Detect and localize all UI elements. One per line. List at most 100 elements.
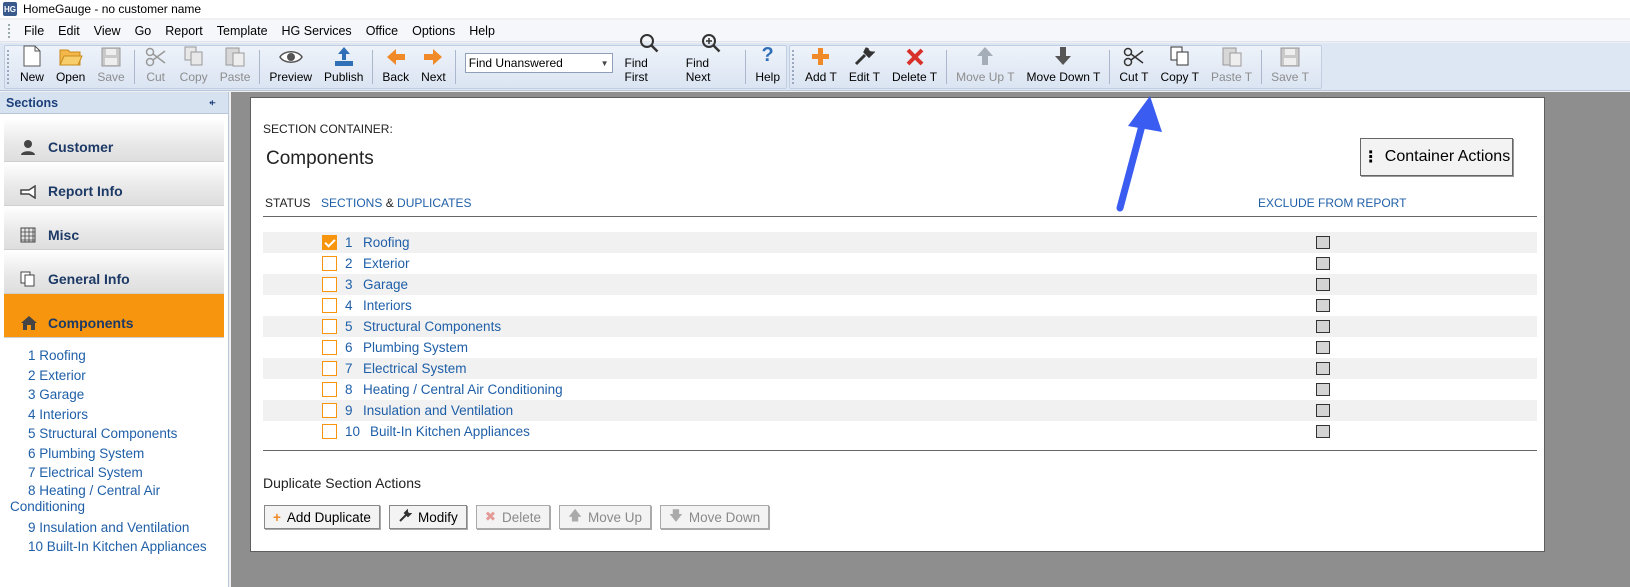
section-link[interactable]: Electrical System — [363, 361, 467, 376]
section-link[interactable]: Roofing — [363, 235, 410, 250]
sidebar-item-garage[interactable]: 3 Garage — [10, 385, 228, 405]
move-down-button[interactable]: 🡇 Move Down — [659, 505, 770, 529]
copy-icon — [182, 45, 206, 67]
sidebar-item-plumbing-system[interactable]: 6 Plumbing System — [10, 444, 228, 464]
exclude-checkbox[interactable] — [1316, 362, 1330, 375]
status-checkbox[interactable] — [322, 424, 337, 439]
open-button[interactable]: Open — [50, 46, 91, 88]
exclude-checkbox[interactable] — [1316, 320, 1330, 333]
arrow-right-icon — [421, 46, 445, 67]
section-link[interactable]: Structural Components — [363, 319, 501, 334]
chevron-down-icon: ▼ — [600, 59, 609, 68]
add-template-icon — [809, 45, 833, 67]
exclude-checkbox[interactable] — [1316, 278, 1330, 291]
sidebar-item-kitchen-appliances[interactable]: 10 Built-In Kitchen Appliances — [10, 537, 228, 557]
cut-label: Cut — [146, 70, 166, 84]
add-duplicate-button[interactable]: + Add Duplicate — [264, 505, 380, 529]
next-button[interactable]: Next — [415, 46, 452, 88]
move-up-button[interactable]: 🡅 Move Up — [559, 505, 651, 529]
section-link[interactable]: Heating / Central Air Conditioning — [363, 382, 563, 397]
preview-button[interactable]: Preview — [263, 46, 318, 88]
publish-button[interactable]: Publish — [318, 46, 369, 88]
sidebar-item-electrical-system[interactable]: 7 Electrical System — [10, 463, 228, 483]
column-header-status: STATUS — [265, 196, 311, 210]
edit-t-button[interactable]: Edit T — [843, 46, 886, 88]
exclude-checkbox[interactable] — [1316, 425, 1330, 438]
status-checkbox[interactable] — [322, 298, 337, 313]
copy-button[interactable]: Copy — [174, 46, 214, 88]
section-link[interactable]: Exterior — [363, 256, 410, 271]
copy-t-button[interactable]: Copy T — [1154, 46, 1204, 88]
section-link[interactable]: Built-In Kitchen Appliances — [370, 424, 530, 439]
menu-office[interactable]: Office — [359, 22, 405, 40]
status-checkbox[interactable] — [322, 235, 337, 250]
save-t-button[interactable]: Save T — [1265, 46, 1315, 88]
sidebar-section-label: Components — [48, 315, 134, 331]
status-checkbox[interactable] — [322, 340, 337, 355]
sidebar-item-insulation[interactable]: 9 Insulation and Ventilation — [10, 518, 228, 538]
cut-t-button[interactable]: Cut T — [1113, 46, 1154, 88]
container-actions-button[interactable]: ⋮ Container Actions — [1360, 138, 1513, 176]
paste-button[interactable]: Paste — [214, 46, 257, 88]
copy-t-label: Copy T — [1160, 70, 1199, 84]
menu-template[interactable]: Template — [210, 22, 275, 40]
modify-button[interactable]: Modify — [388, 505, 467, 529]
add-t-button[interactable]: Add T — [799, 46, 843, 88]
status-checkbox[interactable] — [322, 403, 337, 418]
section-link[interactable]: Plumbing System — [363, 340, 468, 355]
section-link[interactable]: Insulation and Ventilation — [363, 403, 513, 418]
delete-t-button[interactable]: Delete T — [886, 46, 943, 88]
move-up-t-button[interactable]: Move Up T — [950, 46, 1020, 88]
save-button[interactable]: Save — [91, 46, 130, 88]
row-number: 1 — [345, 235, 353, 250]
cut-button[interactable]: Cut — [138, 46, 174, 88]
sidebar-section-report-info[interactable]: Report Info — [4, 162, 224, 206]
find-mode-select[interactable]: Find Unanswered ▼ — [464, 53, 613, 73]
status-checkbox[interactable] — [322, 319, 337, 334]
publish-upload-icon — [332, 45, 356, 67]
menu-view[interactable]: View — [87, 22, 128, 40]
status-checkbox[interactable] — [322, 277, 337, 292]
menu-help[interactable]: Help — [462, 22, 502, 40]
section-link[interactable]: Garage — [363, 277, 408, 292]
sidebar-section-general-info[interactable]: General Info — [4, 250, 224, 294]
sidebar-item-exterior[interactable]: 2 Exterior — [10, 366, 228, 386]
menu-go[interactable]: Go — [128, 22, 159, 40]
menu-hg-services[interactable]: HG Services — [275, 22, 359, 40]
arrow-down-icon — [1051, 45, 1075, 67]
menu-report[interactable]: Report — [158, 22, 210, 40]
sidebar-item-interiors[interactable]: 4 Interiors — [10, 405, 228, 425]
exclude-checkbox[interactable] — [1316, 257, 1330, 270]
menu-file[interactable]: File — [17, 22, 51, 40]
move-down-t-button[interactable]: Move Down T — [1021, 46, 1107, 88]
exclude-checkbox[interactable] — [1316, 404, 1330, 417]
sidebar-section-misc[interactable]: Misc — [4, 206, 224, 250]
column-header-exclude: EXCLUDE FROM REPORT — [1258, 196, 1407, 210]
status-checkbox[interactable] — [322, 256, 337, 271]
status-checkbox[interactable] — [322, 382, 337, 397]
status-checkbox[interactable] — [322, 361, 337, 376]
paste-t-button[interactable]: Paste T — [1205, 46, 1258, 88]
sidebar-item-structural-components[interactable]: 5 Structural Components — [10, 424, 228, 444]
duplicates-header-label: DUPLICATES — [397, 196, 472, 210]
back-button[interactable]: Back — [376, 46, 415, 88]
menu-options[interactable]: Options — [405, 22, 462, 40]
menu-edit[interactable]: Edit — [51, 22, 87, 40]
exclude-checkbox[interactable] — [1316, 299, 1330, 312]
sidebar-item-heating[interactable]: 8 Heating / Central Air Conditioning — [10, 483, 228, 515]
row-number: 7 — [345, 361, 353, 376]
help-button[interactable]: ? Help — [749, 44, 786, 88]
exclude-checkbox[interactable] — [1316, 236, 1330, 249]
exclude-checkbox[interactable] — [1316, 383, 1330, 396]
exclude-checkbox[interactable] — [1316, 341, 1330, 354]
delete-button[interactable]: ✖ Delete — [475, 505, 551, 529]
section-link[interactable]: Interiors — [363, 298, 412, 313]
find-next-button[interactable]: Find Next — [680, 34, 743, 88]
sidebar-item-roofing[interactable]: 1 Roofing — [10, 346, 228, 366]
sidebar-section-components[interactable]: Components — [4, 294, 224, 338]
sidebar-section-customer[interactable]: Customer — [4, 118, 224, 162]
new-button[interactable]: New — [14, 45, 50, 88]
pin-icon[interactable]: ⍅ — [209, 95, 216, 110]
find-first-button[interactable]: Find First — [619, 34, 680, 88]
kebab-menu-icon: ⋮ — [1362, 149, 1379, 166]
